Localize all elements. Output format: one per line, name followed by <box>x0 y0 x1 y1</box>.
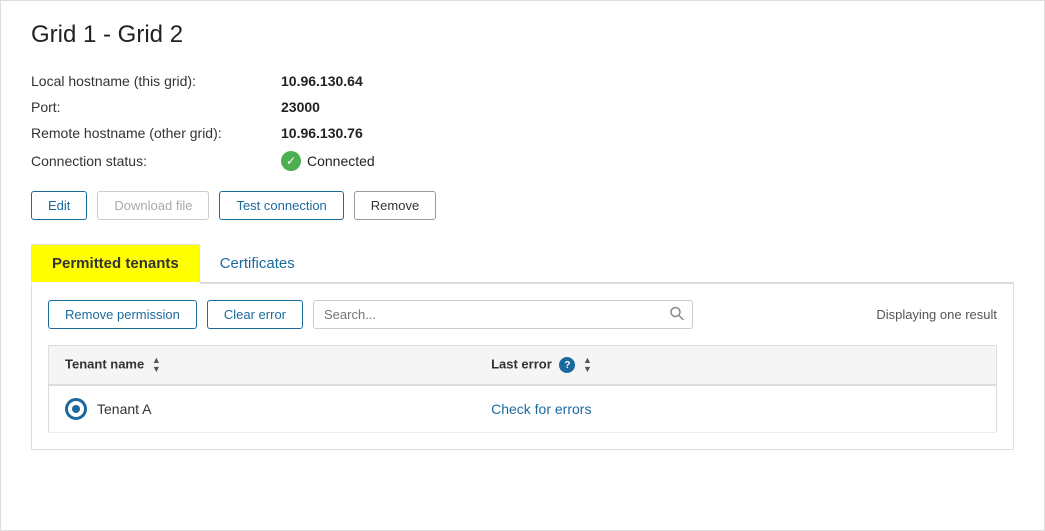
info-table: Local hostname (this grid): 10.96.130.64… <box>31 73 1014 171</box>
search-input[interactable] <box>313 300 693 329</box>
port-label: Port: <box>31 99 281 115</box>
tab-certificates[interactable]: Certificates <box>200 244 315 282</box>
tenant-name-value: Tenant A <box>97 401 152 417</box>
tenant-name-cell: Tenant A <box>49 385 476 433</box>
main-container: Grid 1 - Grid 2 Local hostname (this gri… <box>0 0 1045 531</box>
tab-permitted-tenants[interactable]: Permitted tenants <box>31 244 200 284</box>
tab-content-permitted-tenants: Remove permission Clear error Displaying… <box>31 284 1014 450</box>
remote-hostname-label: Remote hostname (other grid): <box>31 125 281 141</box>
remote-hostname-row: Remote hostname (other grid): 10.96.130.… <box>31 125 1014 141</box>
last-error-help-icon[interactable]: ? <box>559 357 575 373</box>
local-hostname-value: 10.96.130.64 <box>281 73 363 89</box>
remove-button[interactable]: Remove <box>354 191 436 220</box>
clear-error-button[interactable]: Clear error <box>207 300 303 329</box>
col-header-last-error: Last error ? ▲ ▼ <box>475 346 996 386</box>
tenant-name-sort-icon[interactable]: ▲ ▼ <box>152 356 161 374</box>
connection-status-value: ✓ Connected <box>281 151 375 171</box>
last-error-sort-icon[interactable]: ▲ ▼ <box>583 356 592 374</box>
col-header-tenant-name: Tenant name ▲ ▼ <box>49 346 476 386</box>
port-row: Port: 23000 <box>31 99 1014 115</box>
remove-permission-button[interactable]: Remove permission <box>48 300 197 329</box>
tenant-radio-icon[interactable] <box>65 398 87 420</box>
test-connection-button[interactable]: Test connection <box>219 191 343 220</box>
search-icon <box>669 305 685 324</box>
connected-check-icon: ✓ <box>281 151 301 171</box>
connection-status-row: Connection status: ✓ Connected <box>31 151 1014 171</box>
edit-button[interactable]: Edit <box>31 191 87 220</box>
download-file-button[interactable]: Download file <box>97 191 209 220</box>
connected-text: Connected <box>307 153 375 169</box>
port-value: 23000 <box>281 99 320 115</box>
remote-hostname-value: 10.96.130.76 <box>281 125 363 141</box>
local-hostname-row: Local hostname (this grid): 10.96.130.64 <box>31 73 1014 89</box>
data-table: Tenant name ▲ ▼ Last error ? ▲ ▼ <box>48 345 997 433</box>
tabs: Permitted tenants Certificates <box>31 244 1014 284</box>
connection-status-label: Connection status: <box>31 153 281 169</box>
action-buttons: Edit Download file Test connection Remov… <box>31 191 1014 220</box>
check-for-errors-link[interactable]: Check for errors <box>491 401 591 417</box>
local-hostname-label: Local hostname (this grid): <box>31 73 281 89</box>
display-count: Displaying one result <box>876 307 997 322</box>
search-box <box>313 300 693 329</box>
page-title: Grid 1 - Grid 2 <box>31 21 1014 49</box>
table-row: Tenant A Check for errors <box>49 385 997 433</box>
last-error-cell: Check for errors <box>475 385 996 433</box>
toolbar: Remove permission Clear error Displaying… <box>48 300 997 329</box>
table-header-row: Tenant name ▲ ▼ Last error ? ▲ ▼ <box>49 346 997 386</box>
